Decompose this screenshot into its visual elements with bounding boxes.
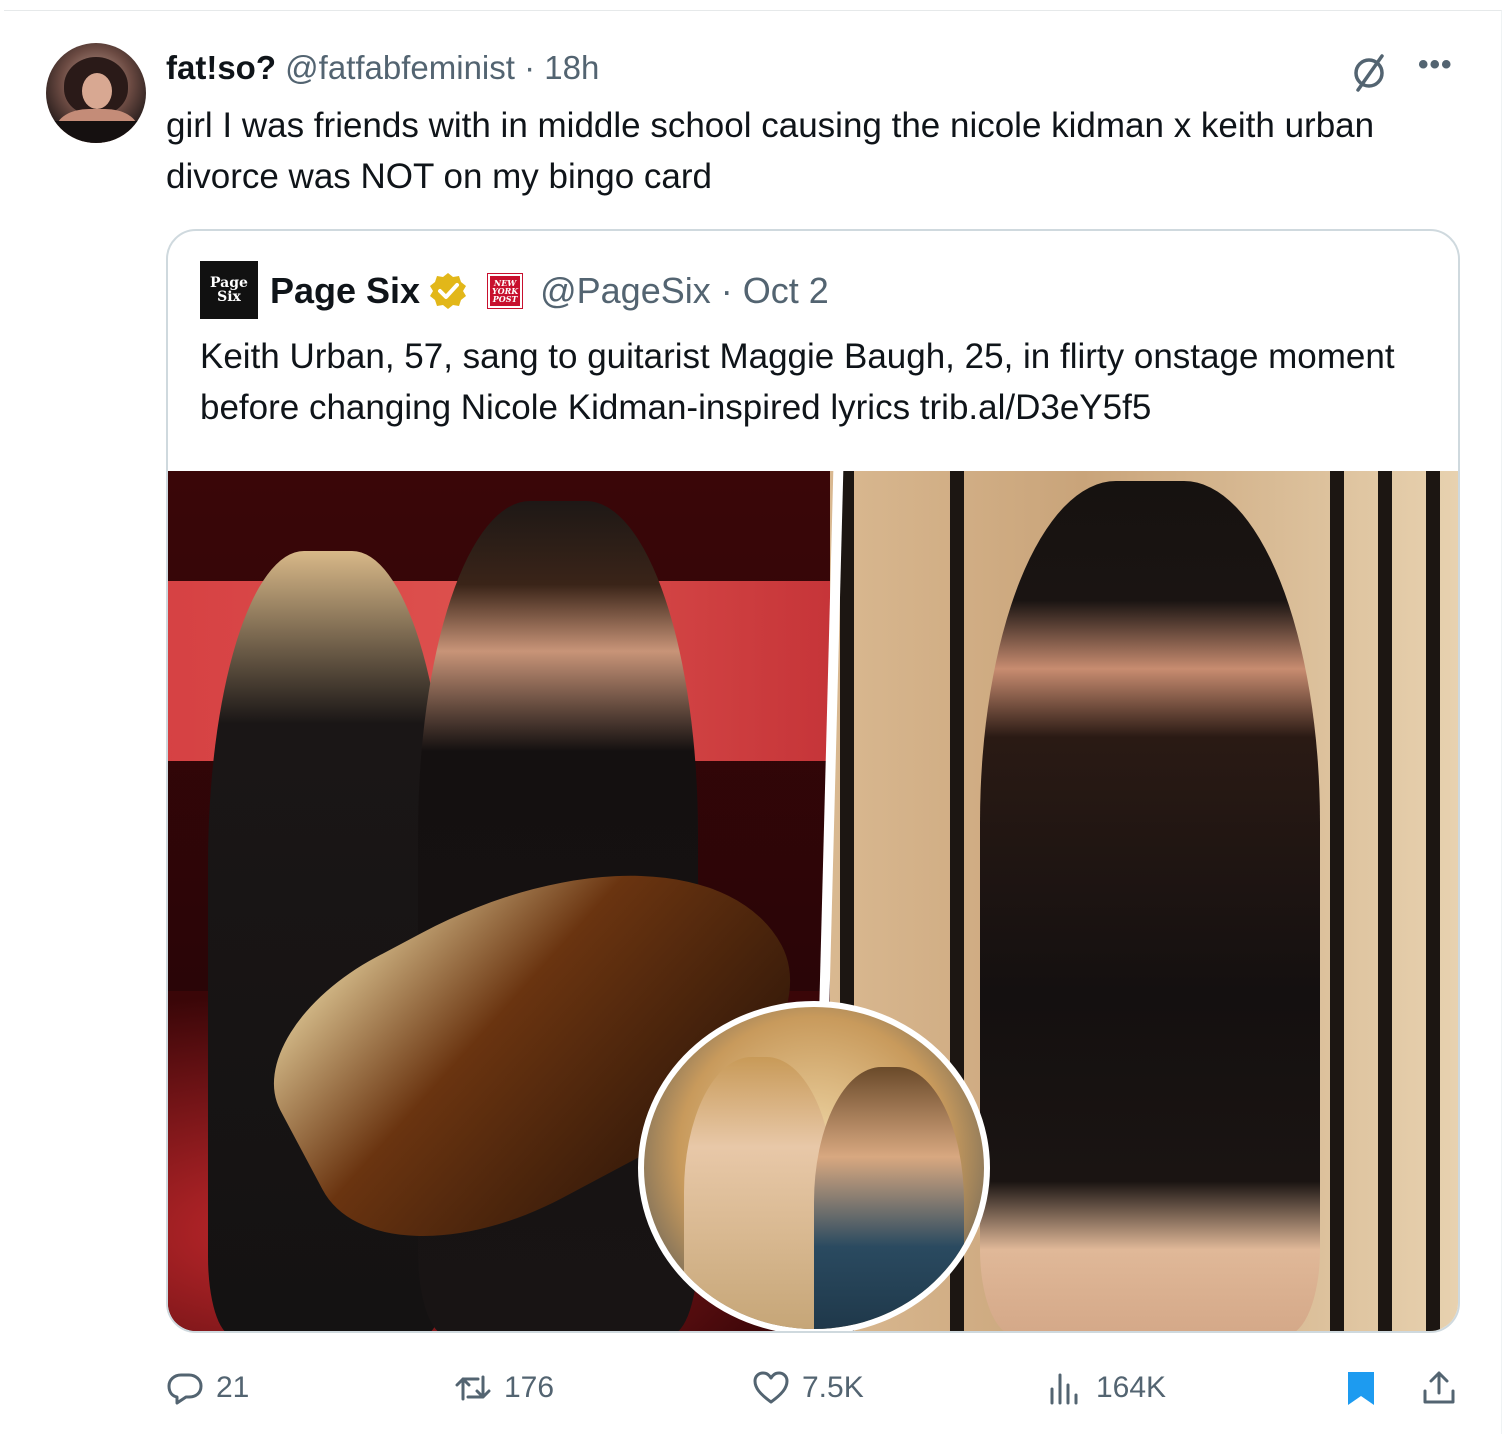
more-horizontal-icon[interactable]: ••• bbox=[1418, 48, 1453, 82]
header-separator: · bbox=[524, 49, 536, 86]
share-button[interactable] bbox=[1420, 1360, 1470, 1416]
new-york-post-affiliate-badge[interactable]: NEW YORK POST bbox=[487, 273, 524, 309]
tweet-timestamp[interactable]: 18h bbox=[544, 49, 599, 86]
quoted-tweet-text: Keith Urban, 57, sang to guitarist Maggi… bbox=[200, 337, 1395, 427]
page-six-avatar[interactable]: Page Six bbox=[200, 261, 258, 319]
page-six-logo-top: Page bbox=[210, 275, 248, 291]
like-count: 7.5K bbox=[802, 1371, 864, 1404]
quoted-author-name[interactable]: Page Six bbox=[270, 269, 420, 313]
reply-button[interactable]: 21 bbox=[166, 1360, 249, 1416]
like-button[interactable]: 7.5K bbox=[752, 1360, 864, 1416]
quoted-handle-time[interactable]: @PageSix · Oct 2 bbox=[540, 269, 829, 313]
quoted-media-image[interactable] bbox=[168, 471, 1458, 1331]
tweet-actions-bar: 21 176 7.5K 164K bbox=[0, 1360, 1506, 1416]
verified-badge-icon[interactable] bbox=[428, 271, 468, 311]
views-count: 164K bbox=[1096, 1371, 1167, 1404]
couple-inset-photo bbox=[638, 1001, 990, 1331]
bookmark-button[interactable] bbox=[1342, 1360, 1392, 1416]
reply-icon bbox=[167, 1373, 203, 1405]
repost-icon bbox=[455, 1375, 491, 1401]
bookmark-icon bbox=[1348, 1372, 1374, 1405]
repost-count: 176 bbox=[504, 1371, 555, 1404]
tweet-text: girl I was friends with in middle school… bbox=[166, 106, 1375, 196]
heart-icon bbox=[753, 1371, 789, 1404]
share-icon bbox=[1423, 1371, 1455, 1404]
tweet-header: fat!so? @fatfabfeminist · 18h bbox=[166, 48, 599, 88]
views-chart-icon bbox=[1050, 1373, 1078, 1405]
views-button[interactable]: 164K bbox=[1046, 1360, 1166, 1416]
quoted-tweet-card[interactable]: Page Six Page Six NEW YORK POST @PageSix… bbox=[166, 229, 1460, 1333]
author-handle[interactable]: @fatfabfeminist bbox=[285, 49, 515, 86]
repost-button[interactable]: 176 bbox=[454, 1360, 554, 1416]
reply-count: 21 bbox=[216, 1371, 250, 1404]
author-name[interactable]: fat!so? bbox=[166, 49, 276, 86]
author-avatar[interactable] bbox=[46, 43, 146, 143]
quoted-tweet-header: Page Six NEW YORK POST @PageSix · Oct 2 bbox=[270, 269, 829, 313]
page-six-logo-bottom: Six bbox=[217, 289, 241, 305]
grok-icon[interactable] bbox=[1348, 52, 1390, 94]
